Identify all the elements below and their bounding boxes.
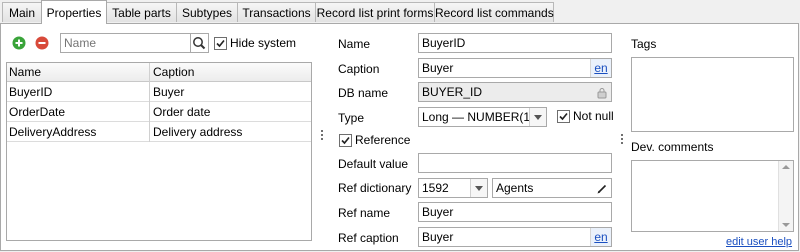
search-button[interactable] [191, 33, 209, 53]
caption-lang-link[interactable]: en [590, 59, 611, 77]
fields-grid: Name Caption BuyerID Buyer OrderDate Ord… [6, 62, 312, 241]
splitter-handle[interactable] [621, 134, 624, 146]
ref-dictionary-name-field[interactable]: Agents [492, 178, 612, 198]
tab-main[interactable]: Main [2, 2, 42, 22]
table-row[interactable]: BuyerID Buyer [7, 82, 311, 102]
row-caption: Delivery address [153, 125, 243, 139]
row-name: OrderDate [9, 105, 66, 119]
ref-name-field[interactable]: Buyer [418, 202, 612, 222]
ref-dictionary-name: Agents [496, 181, 534, 195]
lock-icon [596, 86, 608, 99]
check-icon [216, 39, 225, 48]
row-name: DeliveryAddress [9, 125, 97, 139]
ref-caption-value: Buyer [422, 230, 454, 244]
column-header-caption[interactable]: Caption [151, 62, 303, 82]
dbname-value: BUYER_ID [422, 85, 483, 99]
edit-icon[interactable] [596, 182, 608, 194]
tags-textarea[interactable] [631, 57, 794, 132]
tab-record-list-commands[interactable]: Record list commands [434, 2, 554, 22]
splitter-handle[interactable] [321, 130, 324, 142]
type-select[interactable]: Long — NUMBER(18) [418, 107, 547, 127]
row-caption: Buyer [153, 85, 185, 99]
hide-system-label: Hide system [230, 36, 297, 50]
ref-caption-label: Ref caption [338, 231, 399, 245]
tab-strip: Main Properties Table parts Subtypes Tra… [0, 0, 800, 24]
not-null-label: Not null [573, 109, 614, 123]
name-label: Name [338, 37, 371, 51]
ref-name-label: Ref name [338, 206, 391, 220]
edit-user-help-link[interactable]: edit user help [726, 234, 792, 250]
caption-value: Buyer [422, 61, 454, 75]
tab-subtypes[interactable]: Subtypes [176, 2, 238, 22]
tab-properties[interactable]: Properties [41, 0, 107, 24]
chevron-down-icon[interactable] [529, 108, 546, 126]
scroll-up-icon[interactable] [782, 165, 790, 169]
ref-caption-lang-link[interactable]: en [590, 228, 611, 246]
check-icon [341, 136, 350, 145]
column-header-name[interactable]: Name [7, 62, 149, 82]
dbname-field[interactable]: BUYER_ID [418, 82, 612, 102]
tags-label: Tags [631, 37, 657, 51]
tab-table-parts[interactable]: Table parts [106, 2, 177, 22]
ref-caption-field[interactable]: Buyer en [418, 227, 612, 247]
chevron-down-icon[interactable] [470, 179, 487, 197]
caption-field[interactable]: Buyer en [418, 58, 612, 78]
not-null-checkbox[interactable] [557, 110, 570, 123]
remove-icon[interactable] [35, 36, 49, 50]
tab-transactions[interactable]: Transactions [237, 2, 316, 22]
table-row[interactable]: DeliveryAddress Delivery address [7, 122, 311, 142]
default-value-label: Default value [338, 157, 409, 171]
tab-record-list-print-forms[interactable]: Record list print forms [315, 2, 435, 22]
ref-dictionary-label: Ref dictionary [338, 181, 412, 195]
dev-comments-textarea[interactable] [631, 160, 794, 232]
reference-label: Reference [355, 133, 411, 147]
properties-panel: Hide system Name Caption BuyerID Buyer O… [0, 23, 799, 251]
column-divider [149, 63, 150, 142]
ref-dictionary-id-select[interactable]: 1592 [418, 178, 488, 198]
hide-system-checkbox[interactable] [214, 37, 227, 50]
dbname-label: DB name [338, 86, 389, 100]
row-name: BuyerID [9, 85, 53, 99]
search-icon [193, 37, 206, 50]
reference-checkbox[interactable] [339, 134, 352, 147]
add-icon[interactable] [12, 36, 26, 50]
row-caption: Order date [153, 105, 211, 119]
default-value-field[interactable] [418, 153, 612, 173]
name-field[interactable]: BuyerID [418, 33, 612, 53]
check-icon [559, 112, 568, 121]
type-label: Type [338, 111, 365, 125]
ref-dictionary-id: 1592 [422, 181, 449, 195]
grid-header: Name Caption [7, 63, 311, 82]
scroll-down-icon[interactable] [782, 223, 790, 227]
type-value: Long — NUMBER(18) [422, 110, 541, 124]
scrollbar[interactable] [778, 161, 793, 231]
dev-comments-label: Dev. comments [631, 140, 714, 154]
table-row[interactable]: OrderDate Order date [7, 102, 311, 122]
caption-label: Caption [338, 62, 380, 76]
search-input[interactable] [60, 33, 191, 53]
